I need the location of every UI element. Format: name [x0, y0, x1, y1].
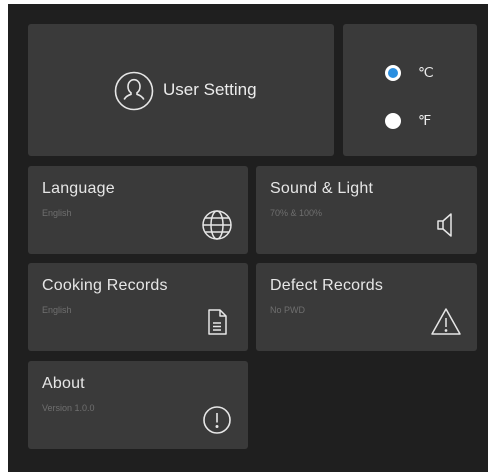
- defect-records-value: No PWD: [270, 305, 306, 315]
- user-setting-tile[interactable]: User Setting: [28, 24, 334, 156]
- version-text: Version 1.0.0: [42, 403, 95, 413]
- fahrenheit-label: ℉: [418, 112, 432, 128]
- sound-light-value: 70% & 100%: [270, 208, 323, 218]
- celsius-label: ℃: [418, 64, 434, 80]
- celsius-option[interactable]: ℃: [385, 64, 434, 81]
- speaker-icon: [429, 208, 463, 242]
- language-title: Language: [42, 180, 115, 197]
- language-tile[interactable]: Language English: [28, 166, 248, 254]
- defect-records-title: Defect Records: [270, 277, 384, 294]
- sound-light-title: Sound & Light: [270, 180, 374, 197]
- fahrenheit-option[interactable]: ℉: [385, 112, 431, 129]
- sound-light-tile[interactable]: Sound & Light 70% & 100%: [256, 166, 477, 254]
- temperature-unit-tile: ℃ ℉: [343, 24, 477, 156]
- cooking-records-tile[interactable]: Cooking Records English: [28, 263, 248, 351]
- celsius-radio[interactable]: [385, 64, 401, 81]
- language-value: English: [42, 208, 72, 218]
- about-tile[interactable]: About Version 1.0.0: [28, 361, 248, 449]
- info-icon: [200, 403, 234, 437]
- settings-screen: User Setting ℃ ℉ Language English Sound …: [8, 4, 488, 472]
- about-title: About: [42, 375, 85, 392]
- cooking-records-title: Cooking Records: [42, 277, 168, 294]
- cooking-records-value: English: [42, 305, 72, 315]
- user-setting-label: User Setting: [163, 80, 257, 99]
- user-icon: [114, 71, 154, 111]
- warning-icon: [429, 305, 463, 339]
- fahrenheit-radio[interactable]: [385, 112, 401, 129]
- defect-records-tile[interactable]: Defect Records No PWD: [256, 263, 477, 351]
- globe-icon: [200, 208, 234, 242]
- document-icon: [200, 305, 234, 339]
